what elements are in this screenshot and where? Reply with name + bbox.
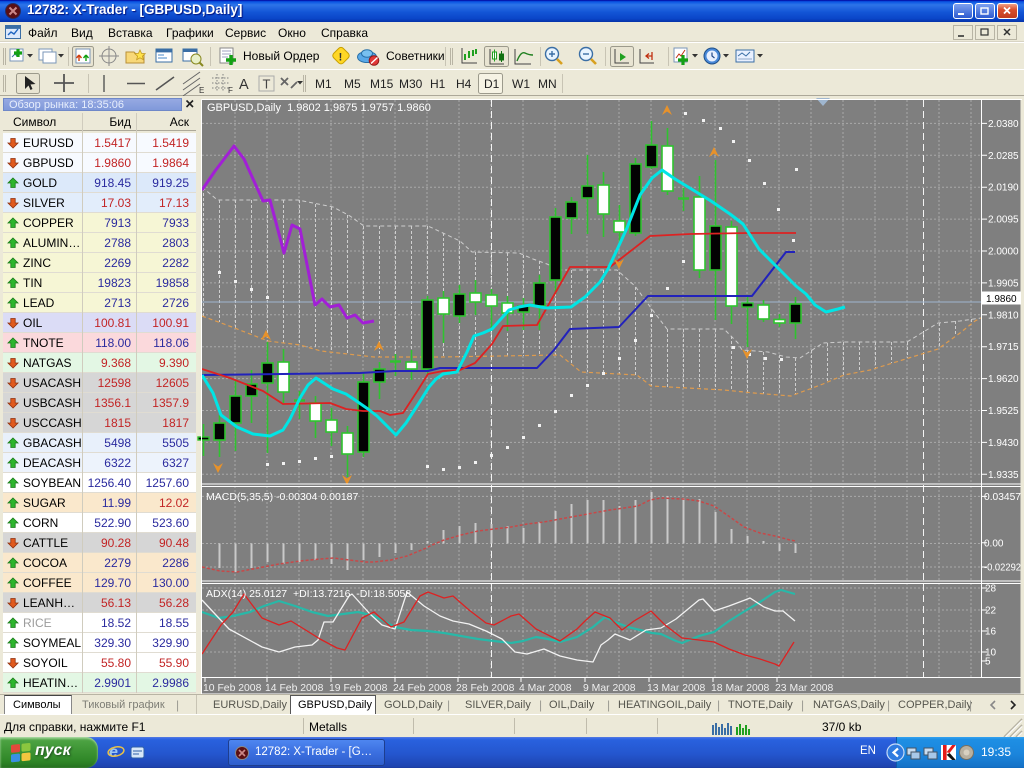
svg-text:14 Feb 2008: 14 Feb 2008 [265,683,324,694]
svg-text:0.03457: 0.03457 [984,492,1021,503]
svg-text:10 Feb 2008: 10 Feb 2008 [203,683,262,694]
svg-text:2.0095: 2.0095 [988,215,1019,226]
svg-text:F: F [228,86,233,95]
svg-text:-0.02292: -0.02292 [984,563,1021,574]
svg-text:H4: H4 [456,77,472,91]
svg-text:M15: M15 [370,77,394,91]
svg-text:1.9335: 1.9335 [988,470,1019,481]
svg-text:A: A [239,77,249,93]
svg-text:22: 22 [985,606,997,617]
svg-text:9 Mar 2008: 9 Mar 2008 [583,683,636,694]
svg-text:24 Feb 2008: 24 Feb 2008 [393,683,452,694]
svg-text:1.9715: 1.9715 [988,342,1019,353]
svg-text:2.0190: 2.0190 [988,183,1019,194]
svg-text:16: 16 [985,627,997,638]
svg-text:W1: W1 [512,77,530,91]
svg-text:Новый Ордер: Новый Ордер [243,49,320,63]
svg-text:M5: M5 [344,77,361,91]
svg-text:T: T [263,77,271,92]
svg-text:28 Feb 2008: 28 Feb 2008 [456,683,515,694]
svg-text:28: 28 [985,584,997,595]
svg-text:1.9620: 1.9620 [988,374,1019,385]
svg-text:2.0380: 2.0380 [988,119,1019,130]
svg-text:1.9430: 1.9430 [988,438,1019,449]
svg-text:19 Feb 2008: 19 Feb 2008 [329,683,388,694]
svg-text:18 Mar 2008: 18 Mar 2008 [711,683,770,694]
svg-text:MN: MN [538,77,557,91]
svg-text:5: 5 [985,657,991,668]
svg-text:D1: D1 [484,77,500,91]
svg-text:23 Mar 2008: 23 Mar 2008 [775,683,834,694]
svg-text:E: E [199,86,204,95]
svg-text:1.9810: 1.9810 [988,310,1019,321]
svg-text:2.0285: 2.0285 [988,151,1019,162]
svg-text:ADX(14) 25.0127 +DI:13.7216: ADX(14) 25.0127 +DI:13.7216 -DI:18.5058 [206,588,411,600]
svg-text:M1: M1 [315,77,332,91]
svg-text:M30: M30 [399,77,423,91]
svg-text:Советники: Советники [386,49,445,63]
svg-text:1.9525: 1.9525 [988,406,1019,417]
svg-text:!: ! [339,52,343,64]
svg-text:4 Mar 2008: 4 Mar 2008 [519,683,572,694]
svg-text:0.00: 0.00 [984,538,1004,549]
svg-text:2.0000: 2.0000 [988,247,1019,258]
svg-text:H1: H1 [430,77,446,91]
svg-text:GBPUSD,Daily 1.9802 1.9875 1.: GBPUSD,Daily 1.9802 1.9875 1.9757 1.9860 [207,102,431,114]
svg-text:13 Mar 2008: 13 Mar 2008 [647,683,706,694]
svg-text:1.9860: 1.9860 [986,294,1017,305]
svg-text:1.9905: 1.9905 [988,278,1019,289]
svg-text:MACD(5,35,5) -0.00304 0.00187: MACD(5,35,5) -0.00304 0.00187 [206,491,359,503]
